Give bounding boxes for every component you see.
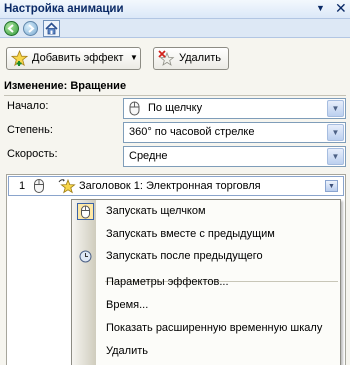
- section-divider: [4, 95, 346, 96]
- star-icon: [58, 178, 76, 198]
- menu-item-label: Показать расширенную временную шкалу: [106, 322, 323, 334]
- start-label: Начало:: [7, 100, 49, 112]
- effect-title: Заголовок 1: Электронная торговля: [79, 180, 261, 192]
- speed-label: Скорость:: [7, 148, 58, 160]
- menu-item-label: Запускать после предыдущего: [106, 250, 263, 262]
- amount-value: 360° по часовой стрелке: [129, 126, 255, 138]
- menu-item-label: Запускать щелчком: [106, 205, 206, 217]
- chevron-down-icon[interactable]: ▼: [327, 100, 344, 117]
- section-title: Изменение: Вращение: [4, 80, 127, 92]
- menu-item-after-previous[interactable]: Запускать после предыдущего: [73, 246, 340, 268]
- remove-star-icon: [158, 50, 175, 70]
- menu-item-with-previous[interactable]: Запускать вместе с предыдущим: [73, 224, 340, 246]
- chevron-down-icon[interactable]: ▼: [325, 180, 338, 192]
- speed-combobox[interactable]: Средне ▼: [123, 146, 346, 167]
- menu-item-start-on-click[interactable]: Запускать щелчком: [73, 201, 340, 223]
- effect-context-menu: Запускать щелчком Запускать вместе с пре…: [71, 199, 341, 365]
- add-effect-label: Добавить эффект: [32, 52, 124, 64]
- list-item[interactable]: 1 Заголовок 1: Электронная торговля ▼: [8, 176, 344, 196]
- task-pane-title: Настройка анимации: [4, 3, 124, 15]
- menu-item-effect-options[interactable]: Параметры эффектов...: [73, 272, 340, 294]
- add-effect-button[interactable]: Добавить эффект ▼: [6, 47, 141, 70]
- speed-value: Средне: [129, 150, 168, 162]
- mouse-icon: [33, 178, 45, 197]
- amount-label: Степень:: [7, 124, 53, 136]
- clock-icon: [77, 248, 94, 265]
- menu-item-remove[interactable]: Удалить: [73, 341, 340, 363]
- menu-item-show-advanced-timeline[interactable]: Показать расширенную временную шкалу: [73, 318, 340, 340]
- menu-item-timing[interactable]: Время...: [73, 295, 340, 317]
- home-icon[interactable]: [43, 20, 60, 37]
- mouse-icon: [128, 101, 141, 119]
- task-pane-navigation: [0, 19, 350, 38]
- menu-item-label: Запускать вместе с предыдущим: [106, 228, 275, 240]
- remove-label: Удалить: [179, 52, 221, 64]
- chevron-down-icon[interactable]: ▼: [327, 148, 344, 165]
- pane-menu-dropdown-icon[interactable]: ▼: [316, 3, 325, 13]
- menu-item-label: Удалить: [106, 345, 148, 357]
- star-icon: [10, 49, 29, 70]
- task-pane-title-bar: Настройка анимации ▼ ✕: [0, 0, 350, 19]
- arrow-left-icon[interactable]: [4, 21, 19, 36]
- amount-combobox[interactable]: 360° по часовой стрелке ▼: [123, 122, 346, 143]
- start-value: По щелчку: [148, 102, 203, 114]
- menu-item-label: Параметры эффектов...: [106, 276, 229, 288]
- effect-order-number: 1: [19, 180, 26, 192]
- mouse-icon: [77, 203, 94, 220]
- chevron-down-icon: ▼: [130, 53, 138, 62]
- arrow-right-icon[interactable]: [23, 21, 38, 36]
- start-combobox[interactable]: По щелчку ▼: [123, 98, 346, 119]
- menu-item-label: Время...: [106, 299, 149, 311]
- close-icon[interactable]: ✕: [335, 0, 347, 17]
- chevron-down-icon[interactable]: ▼: [327, 124, 344, 141]
- remove-button[interactable]: Удалить: [153, 47, 229, 70]
